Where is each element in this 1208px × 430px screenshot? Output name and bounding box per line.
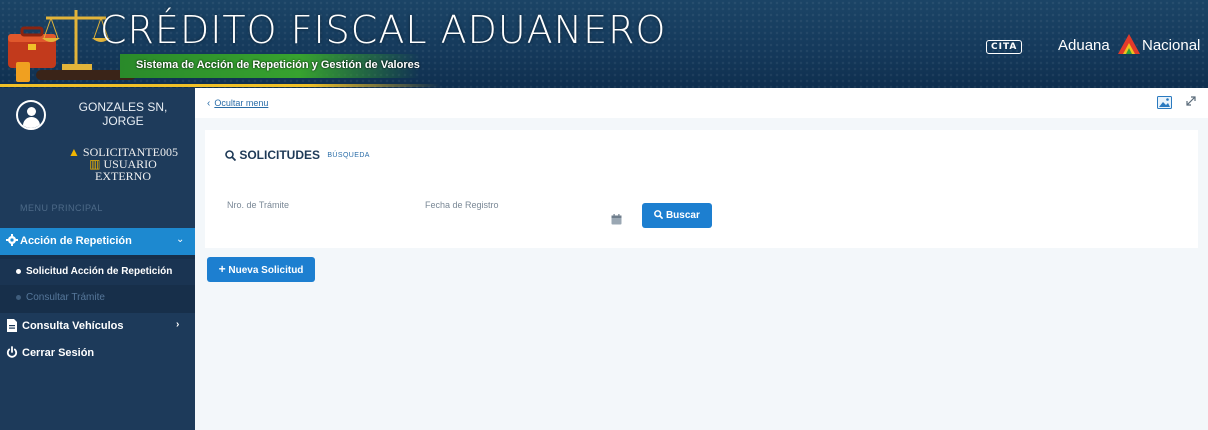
search-button[interactable]: Buscar [642, 203, 712, 228]
power-icon [6, 346, 18, 358]
search-icon [225, 150, 236, 162]
user-panel: GONZALES SN, JORGE ▲ SOLICITANTE005 ▥ US… [0, 88, 195, 228]
panel-title-text: SOLICITUDES [239, 148, 321, 162]
file-icon [7, 319, 17, 332]
sidebar-subitem-label: Solicitud Acción de Repetición [26, 266, 173, 277]
app-title: CRÉDITO FISCAL ADUANERO [100, 8, 667, 52]
sidebar-item-label: Cerrar Sesión [22, 347, 95, 359]
hide-menu-link[interactable]: ‹ Ocultar menu [207, 98, 268, 109]
sidebar-item-label: Acción de Repetición [20, 235, 132, 247]
app-subtitle: Sistema de Acción de Repetición y Gestió… [136, 59, 420, 71]
sidebar-item-cerrar-sesion[interactable]: Cerrar Sesión [0, 340, 195, 366]
main-content: ‹ Ocultar menu SOLICITUDES BÚSQUEDA Nro. … [195, 88, 1208, 430]
sidebar-item-label: Consulta Vehículos [22, 320, 124, 332]
image-icon[interactable] [1157, 96, 1172, 109]
avatar-icon [16, 100, 46, 130]
aduana-logo-text-right: Nacional [1142, 37, 1201, 54]
new-request-button[interactable]: + Nueva Solicitud [207, 257, 315, 282]
calendar-icon[interactable] [611, 214, 622, 225]
gear-icon [6, 234, 18, 246]
chevron-down-icon: ⌄ [176, 234, 185, 245]
chevron-right-icon: › [176, 319, 180, 330]
user-name: GONZALES SN, JORGE [78, 100, 168, 128]
panel-title: SOLICITUDES BÚSQUEDA [225, 148, 370, 162]
aduana-logo-text-left: Aduana [1058, 37, 1110, 54]
panel-title-suffix: BÚSQUEDA [327, 152, 370, 160]
user-role: ▲ SOLICITANTE005 ▥ USUARIO EXTERNO [60, 146, 186, 182]
header-gold-line [0, 84, 440, 87]
sidebar-item-accion-repeticion[interactable]: Acción de Repetición ⌄ [0, 228, 195, 255]
sidebar-subitem-consultar-tramite[interactable]: Consultar Trámite [0, 285, 195, 311]
warning-icon: ▲ [68, 145, 80, 159]
bullet-icon [16, 295, 21, 300]
plus-icon: + [218, 262, 226, 276]
user-type: USUARIO EXTERNO [95, 157, 157, 183]
new-request-label: Nueva Solicitud [228, 265, 304, 276]
content-topbar: ‹ Ocultar menu [195, 88, 1208, 118]
cita-logo: CITA [986, 40, 1023, 54]
sidebar-subitem-label: Consultar Trámite [26, 292, 105, 303]
submenu-accion-repeticion: Solicitud Acción de Repetición Consultar… [0, 255, 195, 313]
search-panel: SOLICITUDES BÚSQUEDA Nro. de Trámite Fec… [205, 130, 1198, 248]
sidebar: GONZALES SN, JORGE ▲ SOLICITANTE005 ▥ US… [0, 88, 195, 430]
tramite-number-label: Nro. de Trámite [227, 200, 290, 210]
sidebar-subitem-solicitud[interactable]: Solicitud Acción de Repetición [0, 259, 195, 285]
app-header: CRÉDITO FISCAL ADUANERO Sistema de Acció… [0, 0, 1208, 88]
sidebar-item-consulta-vehiculos[interactable]: Consulta Vehículos › [0, 313, 195, 339]
search-icon [654, 210, 664, 220]
menu-header: MENU PRINCIPAL [20, 203, 103, 213]
chevron-left-icon: ‹ [207, 98, 211, 109]
bullet-icon [16, 269, 21, 274]
hide-menu-label: Ocultar menu [214, 98, 269, 108]
search-button-label: Buscar [665, 210, 700, 221]
registration-date-label: Fecha de Registro [425, 200, 499, 210]
aduana-triangle-logo-icon [1118, 34, 1140, 54]
expand-icon[interactable] [1185, 95, 1197, 107]
